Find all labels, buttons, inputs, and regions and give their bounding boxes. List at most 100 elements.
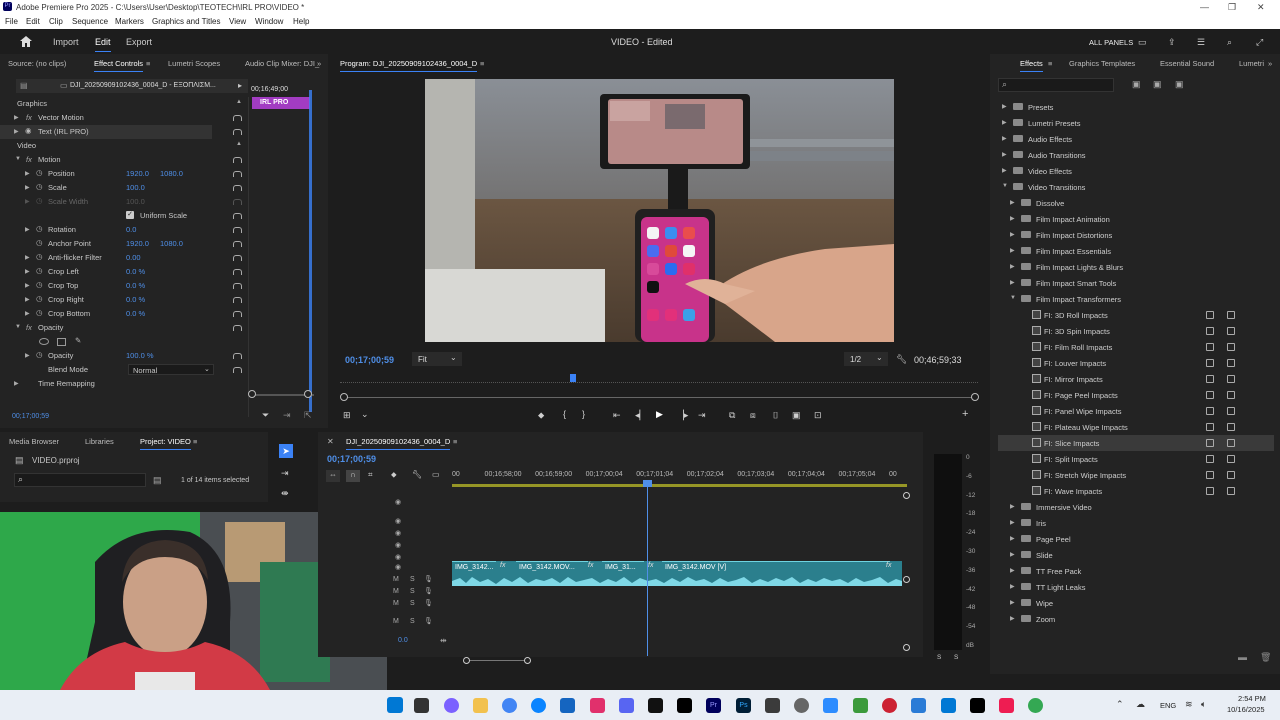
fx-badge[interactable]: fx (500, 562, 505, 569)
stopwatch-icon[interactable]: ◷ (36, 280, 43, 289)
expand-arrow-icon[interactable]: ▶ (25, 254, 30, 261)
clip-1[interactable]: IMG_3142... (452, 561, 496, 575)
clip-selector[interactable]: ▤ ▭ DJI_20250909102436_0004_D - ΕΞΟΠΛΙΣΜ… (16, 79, 248, 93)
solo-right[interactable]: S (954, 654, 958, 661)
mic-icon[interactable]: 🎙︎ (424, 587, 433, 595)
expand-arrow-icon[interactable]: ▶ (1010, 503, 1015, 510)
effects-folder[interactable]: ▶ TT Free Pack (998, 563, 1274, 579)
zoom-handle-right[interactable] (524, 657, 531, 664)
add-marker-icon[interactable]: ⬥ (391, 470, 397, 480)
resolution-dropdown[interactable]: 1/2 ⌄ (844, 352, 888, 366)
expand-arrow-icon[interactable]: ▶ (1010, 615, 1015, 622)
collapse-arrow-icon[interactable]: ▼ (1010, 295, 1016, 301)
settings-icon[interactable] (794, 698, 809, 713)
safe-margins-icon[interactable]: ⊞ (343, 410, 351, 421)
fx-badge[interactable]: fx (588, 562, 593, 569)
collapse-arrow-icon[interactable]: ▼ (15, 156, 21, 162)
expand-arrow-icon[interactable]: ▶ (1010, 519, 1015, 526)
extract-icon[interactable]: ⧈ (750, 410, 756, 421)
track-select-icon[interactable]: ⇥ (281, 468, 289, 479)
effects-item[interactable]: FI: 3D Spin Impacts (998, 323, 1274, 339)
expand-arrow-icon[interactable]: ▶ (25, 352, 30, 359)
vector-motion-row[interactable]: ▶ fx Vector Motion (0, 111, 244, 125)
crop-bottom-value[interactable]: 0.0 % (126, 309, 145, 318)
app-icon[interactable] (765, 698, 780, 713)
reset-icon[interactable] (233, 255, 242, 261)
mic-icon[interactable]: 🎙︎ (424, 617, 433, 625)
capcut-icon[interactable] (648, 698, 663, 713)
fx-icon[interactable]: fx (26, 323, 32, 332)
new-bin-icon[interactable]: ▬ (1238, 652, 1247, 662)
rectangle-mask-icon[interactable] (57, 338, 66, 346)
reset-icon[interactable] (233, 213, 242, 219)
tab-essential-sound[interactable]: Essential Sound (1160, 59, 1214, 68)
marker-icon[interactable]: ⬥ (538, 410, 544, 421)
effects-folder[interactable]: ▶ Lumetri Presets (998, 115, 1274, 131)
more-tabs-icon[interactable]: » (317, 59, 321, 68)
close-tab-icon[interactable]: ✕ (327, 437, 334, 446)
menu-markers[interactable]: Markers (115, 17, 144, 26)
multicam-icon[interactable]: ⊡ (814, 410, 822, 421)
menu-icon[interactable]: ≡ (480, 59, 484, 68)
menu-edit[interactable]: Edit (26, 17, 40, 26)
reset-icon[interactable] (233, 171, 242, 177)
play-icon[interactable]: ▶ (656, 409, 663, 420)
effects-item[interactable]: FI: Plateau Wipe Impacts (998, 419, 1274, 435)
reset-icon[interactable] (233, 185, 242, 191)
expand-arrow-icon[interactable]: ▶ (25, 184, 30, 191)
position-x-value[interactable]: 1920.0 (126, 169, 149, 178)
expand-arrow-icon[interactable]: ▶ (1010, 279, 1015, 286)
stopwatch-icon[interactable]: ◷ (36, 168, 43, 177)
anti-flicker-value[interactable]: 0.00 (126, 253, 141, 262)
close-icon[interactable]: ✕ (1257, 2, 1265, 13)
effects-item[interactable]: FI: 3D Roll Impacts (998, 307, 1274, 323)
mini-playhead[interactable] (309, 90, 312, 412)
expand-arrow-icon[interactable]: ▶ (14, 128, 19, 135)
menu-icon[interactable]: ≡ (453, 437, 457, 446)
collapse-up-icon[interactable]: ▲ (236, 99, 242, 105)
snap-icon[interactable]: ∩ (346, 470, 360, 482)
go-to-end-icon[interactable]: ⇹ (440, 636, 447, 645)
crop-left-value[interactable]: 0.0 % (126, 267, 145, 276)
store-icon[interactable] (560, 698, 575, 713)
eye-icon[interactable]: ◉ (395, 563, 401, 571)
menu-window[interactable]: Window (255, 17, 283, 26)
mark-out-icon[interactable]: } (582, 409, 585, 419)
tab-graphics-templates[interactable]: Graphics Templates (1069, 59, 1135, 68)
stopwatch-icon[interactable]: ◷ (36, 350, 43, 359)
reset-icon[interactable] (233, 115, 242, 121)
tab-effect-controls[interactable]: Effect Controls (94, 59, 144, 72)
expand-arrow-icon[interactable]: ▶ (1002, 151, 1007, 158)
eye-icon[interactable]: ◉ (395, 529, 401, 537)
expand-arrow-icon[interactable]: ▶ (1010, 599, 1015, 606)
expand-arrow-icon[interactable]: ▶ (1010, 199, 1015, 206)
expand-arrow-icon[interactable]: ▶ (1010, 583, 1015, 590)
collapse-arrow-icon[interactable]: ▼ (15, 324, 21, 330)
discord-icon[interactable] (619, 698, 634, 713)
effects-folder[interactable]: ▶ Presets (998, 99, 1274, 115)
zoom-handle-right[interactable] (971, 393, 979, 401)
zoom-handle-left[interactable] (340, 393, 348, 401)
play-clip-icon[interactable]: ▸ (238, 81, 242, 90)
lift-icon[interactable]: ⧉ (729, 410, 735, 421)
expand-arrow-icon[interactable]: ▶ (1002, 167, 1007, 174)
solo-button[interactable]: S (410, 576, 415, 583)
reset-icon[interactable] (233, 157, 242, 163)
stopwatch-icon[interactable]: ◷ (36, 294, 43, 303)
minimize-icon[interactable]: — (1200, 2, 1209, 12)
effects-folder[interactable]: ▶ Dissolve (998, 195, 1274, 211)
ripple-edit-icon[interactable]: ⇼ (281, 488, 289, 499)
timeline-zoom-bar[interactable] (466, 660, 528, 661)
stopwatch-icon[interactable]: ◷ (36, 182, 43, 191)
eye-icon[interactable]: ◉ (25, 126, 32, 135)
graphic-clip[interactable]: IRL PRO (252, 97, 310, 109)
effects-folder[interactable]: ▼ Film Impact Transformers (998, 291, 1274, 307)
tab-media-browser[interactable]: Media Browser (9, 437, 59, 446)
reset-icon[interactable] (233, 311, 242, 317)
search-icon[interactable]: ⌕ (1227, 37, 1232, 48)
chevron-down-icon[interactable]: ⌄ (361, 409, 369, 420)
menu-sequence[interactable]: Sequence (72, 17, 108, 26)
solo-button[interactable]: S (410, 588, 415, 595)
clock-date[interactable]: 10/16/2025 (1227, 705, 1265, 714)
home-icon[interactable] (20, 36, 32, 47)
